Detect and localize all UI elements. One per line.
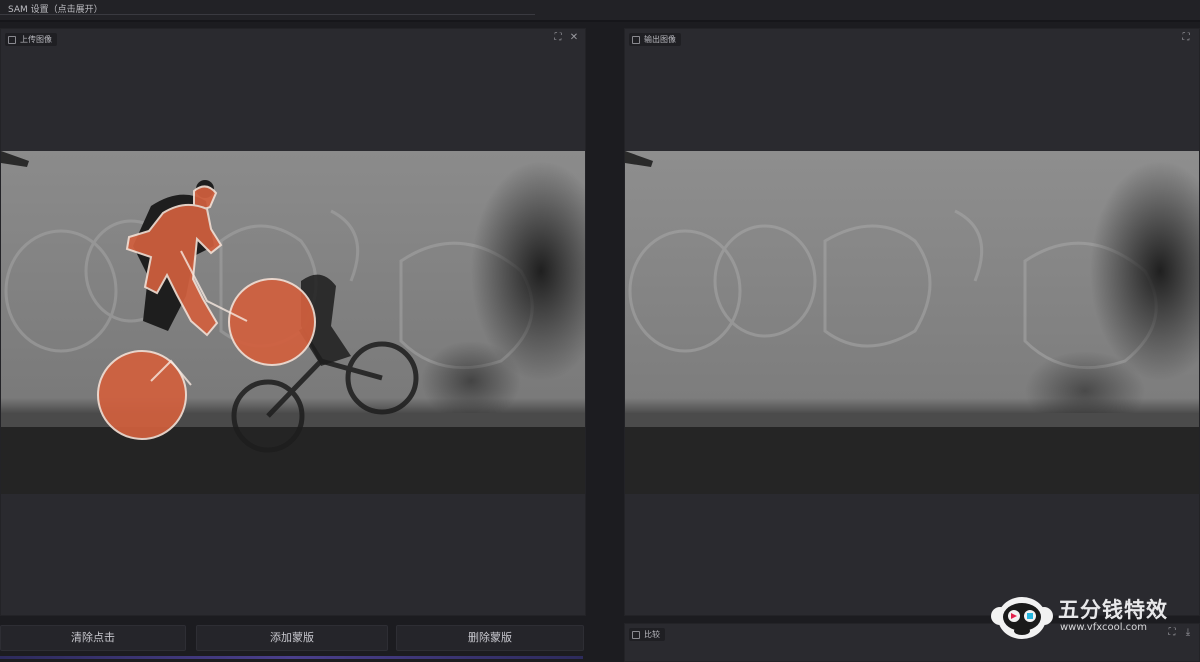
upload-image-label: 上传图像	[5, 33, 57, 46]
image-icon	[8, 35, 16, 44]
add-mask-button[interactable]: 添加蒙版	[196, 625, 388, 651]
output-image-label: 输出图像	[629, 33, 681, 46]
delete-mask-button[interactable]: 删除蒙版	[396, 625, 584, 651]
image-icon	[632, 35, 640, 44]
divider	[0, 14, 535, 15]
upload-image-panel: 上传图像 ⛶ ✕	[0, 28, 586, 616]
watermark-brand-name: 五分钱特效	[1058, 598, 1168, 622]
image-icon	[632, 630, 640, 639]
output-image-tools: ⛶	[1181, 33, 1191, 43]
upload-image-label-text: 上传图像	[20, 35, 52, 44]
expand-icon[interactable]: ⛶	[553, 33, 563, 43]
uploaded-photo[interactable]	[1, 151, 585, 494]
watermark: 五分钱特效 www.vfxcool.com	[990, 592, 1190, 644]
compare-label: 比较	[629, 628, 665, 641]
expand-icon[interactable]: ⛶	[1181, 33, 1191, 43]
clear-clicks-button[interactable]: 清除点击	[0, 625, 186, 651]
watermark-url: www.vfxcool.com	[1060, 622, 1148, 633]
close-icon[interactable]: ✕	[569, 33, 579, 43]
monkey-logo-icon	[991, 597, 1053, 639]
upload-image-tools: ⛶ ✕	[553, 33, 579, 43]
output-image-label-text: 输出图像	[644, 35, 676, 44]
progress-accent-line	[0, 656, 583, 659]
output-photo	[625, 151, 1199, 494]
output-image-panel: 输出图像 ⛶	[624, 28, 1200, 616]
sam-settings-bar[interactable]: SAM 设置（点击展开）	[0, 0, 1200, 22]
compare-label-text: 比较	[644, 630, 660, 639]
